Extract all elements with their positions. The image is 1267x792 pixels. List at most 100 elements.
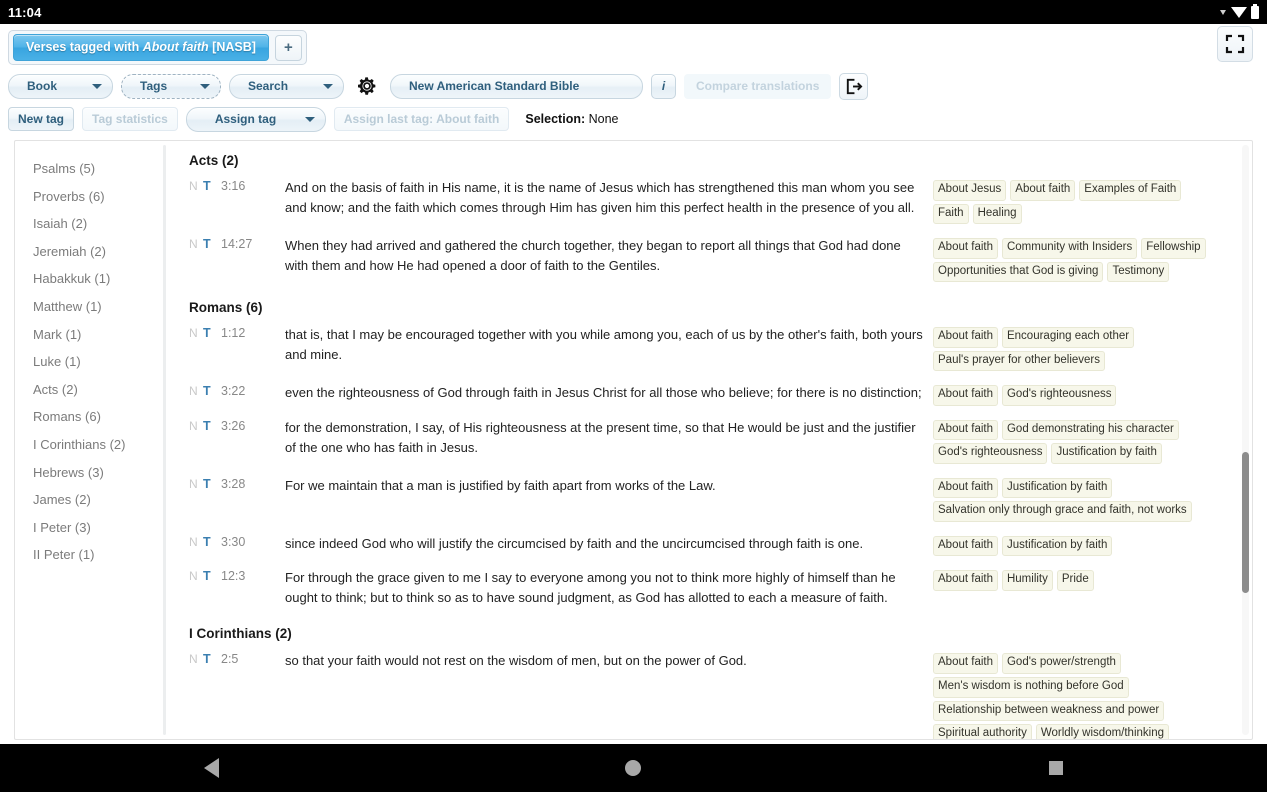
verse-reference[interactable]: 3:30 — [221, 535, 245, 549]
tag-chip[interactable]: Justification by faith — [1051, 443, 1162, 464]
note-marker-icon[interactable]: N — [189, 237, 203, 251]
vertical-scrollbar[interactable] — [1242, 145, 1249, 735]
verse-row[interactable]: N T 12:3 For through the grace given to me … — [189, 568, 1226, 608]
tag-chip[interactable]: Healing — [972, 203, 1022, 225]
tag-chip[interactable]: About Jesus — [933, 180, 1007, 201]
sidebar-item-isaiah[interactable]: Isaiah (2) — [15, 210, 162, 238]
sidebar-item-i-peter[interactable]: I Peter (3) — [15, 514, 162, 542]
note-marker-icon[interactable]: N — [189, 384, 203, 398]
tag-chip[interactable]: God's power/strength — [1001, 653, 1121, 674]
sidebar-item-james[interactable]: James (2) — [15, 486, 162, 514]
nav-back-button[interactable] — [0, 758, 422, 778]
sidebar-item-ii-peter[interactable]: II Peter (1) — [15, 541, 162, 569]
verse-text[interactable]: so that your faith would not rest on the… — [285, 651, 933, 671]
verse-reference[interactable]: 14:27 — [221, 237, 252, 251]
tag-chip[interactable]: About faith — [933, 419, 998, 441]
info-button[interactable]: i — [651, 73, 676, 99]
verse-row[interactable]: N T 3:16 And on the basis of faith in His n… — [189, 178, 1226, 225]
sidebar-item-luke[interactable]: Luke (1) — [15, 348, 162, 376]
verse-row[interactable]: N T 3:30 since indeed God who will justify … — [189, 534, 1226, 557]
verse-text[interactable]: for the demonstration, I say, of His rig… — [285, 418, 933, 458]
tag-chip[interactable]: Worldly wisdom/thinking — [1035, 724, 1169, 739]
nav-recents-button[interactable] — [845, 761, 1267, 775]
scrollbar-thumb[interactable] — [1242, 451, 1249, 594]
book-list-sidebar[interactable]: Psalms (5) Proverbs (6) Isaiah (2) Jeremiah… — [14, 140, 162, 740]
tag-chip[interactable]: Humility — [1001, 570, 1053, 591]
verse-row[interactable]: N T 3:28 For we maintain that a man is just… — [189, 476, 1226, 522]
sidebar-item-habakkuk[interactable]: Habakkuk (1) — [15, 265, 162, 293]
note-marker-icon[interactable]: N — [189, 652, 203, 666]
tag-marker-icon[interactable]: T — [203, 179, 221, 193]
verse-reference[interactable]: 2:5 — [221, 652, 238, 666]
note-marker-icon[interactable]: N — [189, 179, 203, 193]
assign-tag-dropdown-button[interactable]: Assign tag — [185, 106, 326, 132]
settings-button[interactable] — [352, 71, 382, 101]
tag-chip[interactable]: God demonstrating his character — [1001, 419, 1179, 441]
verse-reference[interactable]: 3:26 — [221, 419, 245, 433]
note-marker-icon[interactable]: N — [189, 419, 203, 433]
sidebar-item-matthew[interactable]: Matthew (1) — [15, 293, 162, 321]
note-marker-icon[interactable]: N — [189, 477, 203, 491]
tag-chip[interactable]: Examples of Faith — [1079, 180, 1182, 201]
verse-row[interactable]: N T 3:26 for the demonstration, I say, of H… — [189, 418, 1226, 464]
sidebar-item-hebrews[interactable]: Hebrews (3) — [15, 459, 162, 487]
tag-chip[interactable]: Spiritual authority — [933, 724, 1032, 739]
verse-row[interactable]: N T 14:27 When they had arrived and gathere… — [189, 236, 1226, 283]
tag-chip[interactable]: Relationship between weakness and power — [933, 700, 1165, 722]
note-marker-icon[interactable]: N — [189, 569, 203, 583]
add-tab-button[interactable]: + — [274, 34, 302, 61]
verse-text[interactable]: that is, that I may be encouraged togeth… — [285, 325, 933, 365]
tag-marker-icon[interactable]: T — [203, 569, 221, 583]
tag-chip[interactable]: About faith — [933, 477, 998, 499]
nav-home-button[interactable] — [422, 760, 844, 776]
tag-marker-icon[interactable]: T — [203, 477, 221, 491]
tag-chip[interactable]: Salvation only through grace and faith, … — [933, 501, 1192, 522]
verse-row[interactable]: N T 2:5 so that your faith would not rest o… — [189, 651, 1226, 739]
sidebar-item-romans[interactable]: Romans (6) — [15, 403, 162, 431]
tag-marker-icon[interactable]: T — [203, 384, 221, 398]
tag-chip[interactable]: Encouraging each other — [1001, 327, 1135, 348]
tag-chip[interactable]: God's righteousness — [933, 443, 1048, 464]
new-tag-button[interactable]: New tag — [8, 107, 75, 131]
tag-chip[interactable]: Testimony — [1107, 261, 1170, 283]
tag-chip[interactable]: Fellowship — [1141, 238, 1206, 259]
tag-chip[interactable]: Faith — [933, 203, 969, 225]
tag-chip[interactable]: Opportunities that God is giving — [933, 261, 1104, 283]
verse-text[interactable]: since indeed God who will justify the ci… — [285, 534, 933, 554]
translation-select[interactable]: New American Standard Bible — [390, 73, 643, 99]
verse-reference[interactable]: 1:12 — [221, 326, 245, 340]
verse-text[interactable]: When they had arrived and gathered the c… — [285, 236, 933, 276]
sidebar-item-jeremiah[interactable]: Jeremiah (2) — [15, 238, 162, 266]
tag-chip[interactable]: Pride — [1056, 570, 1094, 591]
sidebar-item-mark[interactable]: Mark (1) — [15, 321, 162, 349]
verse-reference[interactable]: 3:16 — [221, 179, 245, 193]
tag-chip[interactable]: Paul's prayer for other believers — [933, 350, 1105, 372]
note-marker-icon[interactable]: N — [189, 326, 203, 340]
tag-marker-icon[interactable]: T — [203, 419, 221, 433]
tag-marker-icon[interactable]: T — [203, 535, 221, 549]
tag-marker-icon[interactable]: T — [203, 237, 221, 251]
verse-text[interactable]: For we maintain that a man is justified … — [285, 476, 933, 496]
tag-chip[interactable]: God's righteousness — [1001, 385, 1117, 406]
verse-reference[interactable]: 3:22 — [221, 384, 245, 398]
sidebar-item-i-corinthians[interactable]: I Corinthians (2) — [15, 431, 162, 459]
verse-reference[interactable]: 12:3 — [221, 569, 245, 583]
sidebar-item-psalms[interactable]: Psalms (5) — [15, 155, 162, 183]
export-button[interactable] — [839, 72, 869, 100]
verse-text[interactable]: even the righteousness of God through fa… — [285, 383, 933, 403]
verse-reference[interactable]: 3:28 — [221, 477, 245, 491]
tag-chip[interactable]: Justification by faith — [1001, 535, 1113, 557]
tag-chip[interactable]: About faith — [933, 385, 998, 406]
tag-chip[interactable]: About faith — [933, 238, 998, 259]
tag-chip[interactable]: Men's wisdom is nothing before God — [933, 676, 1129, 698]
tag-chip[interactable]: Justification by faith — [1001, 477, 1113, 499]
tag-chip[interactable]: Community with Insiders — [1001, 238, 1138, 259]
verse-row[interactable]: N T 1:12 that is, that I may be encouraged … — [189, 325, 1226, 372]
book-dropdown-button[interactable]: Book — [8, 73, 113, 99]
tag-chip[interactable]: About faith — [933, 653, 998, 674]
note-marker-icon[interactable]: N — [189, 535, 203, 549]
tags-dropdown-button[interactable]: Tags — [121, 73, 221, 99]
sidebar-item-proverbs[interactable]: Proverbs (6) — [15, 183, 162, 211]
tag-chip[interactable]: About faith — [1010, 180, 1076, 201]
tab-verses-tagged[interactable]: Verses tagged with About faith [NASB] — [13, 34, 269, 61]
